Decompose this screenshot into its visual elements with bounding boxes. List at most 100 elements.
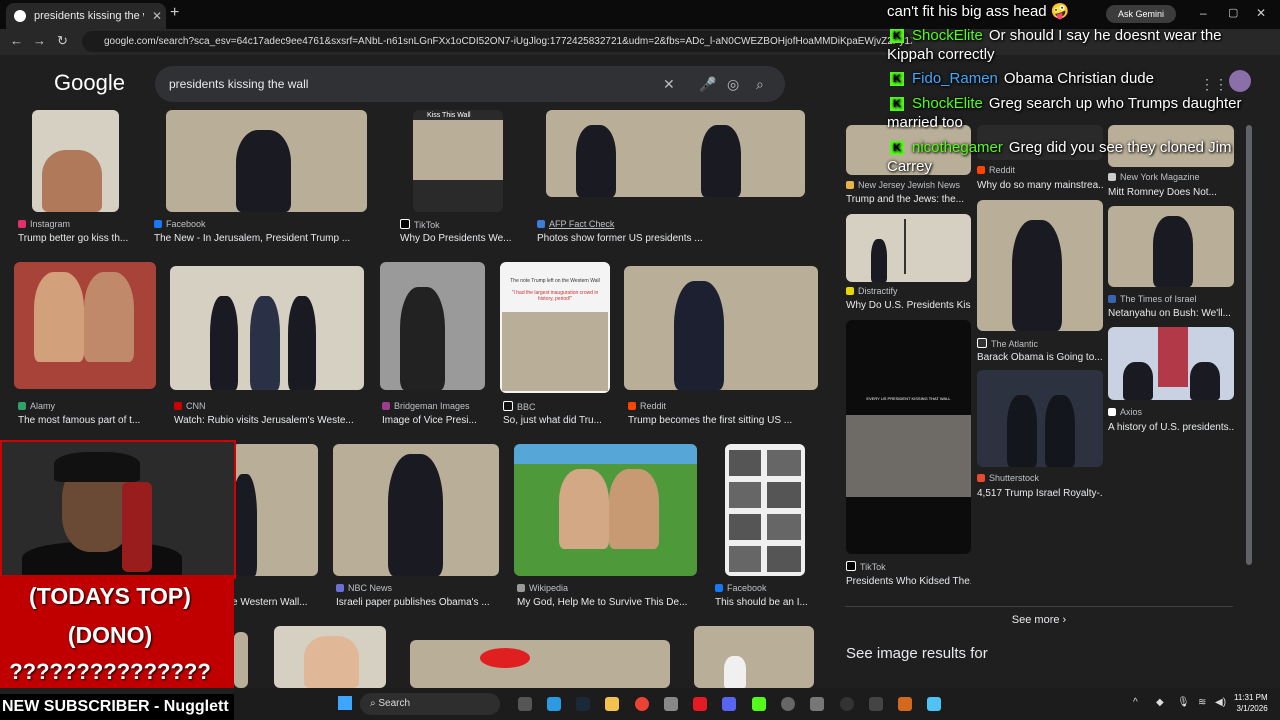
result-source: TikTok [400, 219, 440, 230]
search-icon[interactable]: ⌕ [756, 76, 764, 93]
image-result[interactable] [725, 444, 805, 576]
browser-tab[interactable]: presidents kissing the wall - Go ✕ [6, 3, 166, 29]
image-result[interactable] [14, 262, 156, 389]
steam-icon[interactable] [576, 697, 590, 711]
result-caption[interactable]: Why Do Presidents We... [400, 233, 518, 244]
image-result[interactable] [514, 444, 697, 576]
tray-icon[interactable]: ◆ [1156, 697, 1164, 708]
discord-icon[interactable] [722, 697, 736, 711]
image-result[interactable] [333, 444, 499, 576]
file-explorer-icon[interactable] [605, 697, 619, 711]
image-result[interactable] [977, 200, 1103, 331]
result-source: CNN [174, 401, 206, 411]
microphone-tray-icon[interactable]: 🎙 [1177, 697, 1190, 708]
result-caption[interactable]: Why Do U.S. Presidents Kis... [846, 300, 971, 311]
minimize-icon[interactable]: – [1200, 6, 1207, 20]
microphone-icon[interactable]: 🎤 [699, 76, 716, 93]
chat-message: Or should I say he doesnt wear the [988, 27, 1222, 44]
image-result[interactable] [274, 626, 386, 688]
result-caption[interactable]: Why do so many mainstrea... [977, 180, 1103, 191]
close-tab-icon[interactable]: ✕ [152, 3, 162, 29]
top-dono-line3: ??????????????? [9, 659, 211, 684]
new-tab-icon[interactable]: + [170, 4, 179, 22]
image-result[interactable] [232, 444, 318, 576]
result-caption[interactable]: This should be an I... [715, 597, 810, 608]
image-result[interactable] [410, 640, 670, 688]
result-caption[interactable]: Mitt Romney Does Not... [1108, 187, 1234, 198]
reload-icon[interactable]: ↻ [57, 33, 68, 49]
result-caption[interactable]: A history of U.S. presidents... [1108, 422, 1234, 433]
image-result[interactable] [546, 110, 805, 197]
image-result[interactable] [166, 110, 367, 212]
store-icon[interactable] [664, 697, 678, 711]
result-caption[interactable]: e Western Wall... [232, 597, 317, 608]
image-result[interactable] [32, 110, 119, 212]
apps-grid-icon[interactable]: ⋮⋮ [1200, 76, 1228, 93]
image-result[interactable]: The note Trump left on the Western Wall … [500, 262, 610, 393]
result-caption[interactable]: 4,517 Trump Israel Royalty-... [977, 488, 1103, 499]
result-source: The Times of Israel [1108, 294, 1197, 304]
image-result[interactable] [1108, 206, 1234, 287]
tray-overflow-icon[interactable]: ^ [1133, 697, 1138, 708]
app-icon[interactable] [693, 697, 707, 711]
ask-gemini-button[interactable]: Ask Gemini [1106, 5, 1176, 23]
close-window-icon[interactable]: ✕ [1256, 6, 1266, 20]
image-result[interactable] [846, 214, 971, 282]
image-result[interactable] [694, 626, 814, 688]
result-caption[interactable]: Watch: Rubio visits Jerusalem's Weste... [174, 415, 364, 426]
kick-icon: K [890, 141, 904, 155]
see-more-button[interactable]: See more › [845, 606, 1233, 633]
back-icon[interactable]: ← [10, 33, 23, 48]
result-caption[interactable]: Trump becomes the first sitting US ... [628, 415, 818, 426]
forward-icon[interactable]: → [33, 33, 46, 48]
avatar[interactable] [1229, 70, 1251, 92]
image-result[interactable] [234, 632, 248, 688]
scrollbar-thumb[interactable] [1246, 125, 1252, 565]
result-caption[interactable]: Barack Obama is Going to... [977, 352, 1103, 363]
volume-icon[interactable]: ◀) [1215, 697, 1226, 708]
lens-icon[interactable]: ◎ [727, 76, 739, 93]
app-icon[interactable] [898, 697, 912, 711]
taskbar-clock[interactable]: 11:31 PM 3/1/2026 [1234, 692, 1268, 714]
notepad-icon[interactable] [927, 697, 941, 711]
app-icon[interactable] [869, 697, 883, 711]
see-more-label: See more [1011, 614, 1060, 626]
image-result[interactable] [977, 370, 1103, 467]
address-bar[interactable]: google.com/search?sca_esv=64c17adec9ee47… [82, 31, 912, 52]
result-caption[interactable]: My God, Help Me to Survive This De... [517, 597, 697, 608]
obs-icon[interactable] [781, 697, 795, 711]
result-source: Bridgeman Images [382, 401, 470, 411]
result-caption[interactable]: Trump better go kiss th... [18, 233, 143, 244]
taskbar-search[interactable]: ⌕ Search [360, 693, 500, 715]
google-logo[interactable]: Google [54, 70, 125, 96]
wifi-icon[interactable]: ≋ [1198, 697, 1206, 708]
app-icon[interactable] [840, 697, 854, 711]
result-caption[interactable]: Presidents Who Kidsed The... [846, 576, 971, 587]
image-result[interactable]: Kiss This Wall [413, 110, 503, 212]
result-caption[interactable]: The most famous part of t... [18, 415, 153, 426]
image-result[interactable] [170, 266, 364, 390]
result-caption[interactable]: Photos show former US presidents ... [537, 233, 737, 244]
task-view-icon[interactable] [518, 697, 532, 711]
search-input[interactable]: presidents kissing the wall [169, 77, 308, 91]
image-result[interactable]: EVERY US PRESIDENT KISSING THAT WALL [846, 320, 971, 554]
result-caption[interactable]: Trump and the Jews: the... [846, 194, 971, 205]
bbc-quote-text: "I had the largest inauguration crowd in… [511, 290, 599, 302]
windows-start-icon[interactable] [338, 696, 352, 710]
clear-search-icon[interactable]: ✕ [663, 76, 675, 93]
maximize-icon[interactable]: ▢ [1228, 6, 1238, 19]
result-caption[interactable]: The New - In Jerusalem, President Trump … [154, 233, 369, 244]
image-result[interactable] [624, 266, 818, 390]
chrome-icon[interactable] [635, 697, 649, 711]
chat-message: can't fit his big ass head 🤪 [887, 3, 1070, 20]
result-caption[interactable]: Image of Vice Presi... [382, 415, 487, 426]
result-caption[interactable]: Israeli paper publishes Obama's ... [336, 597, 506, 608]
result-caption[interactable]: So, just what did Tru... [503, 415, 611, 426]
kick-app-icon[interactable] [752, 697, 766, 711]
image-result[interactable] [380, 262, 485, 390]
image-result[interactable] [1108, 327, 1234, 400]
result-source: AFP Fact Check [537, 219, 614, 229]
result-caption[interactable]: Netanyahu on Bush: We'll... [1108, 308, 1234, 319]
edge-icon[interactable] [547, 697, 561, 711]
app-icon[interactable] [810, 697, 824, 711]
